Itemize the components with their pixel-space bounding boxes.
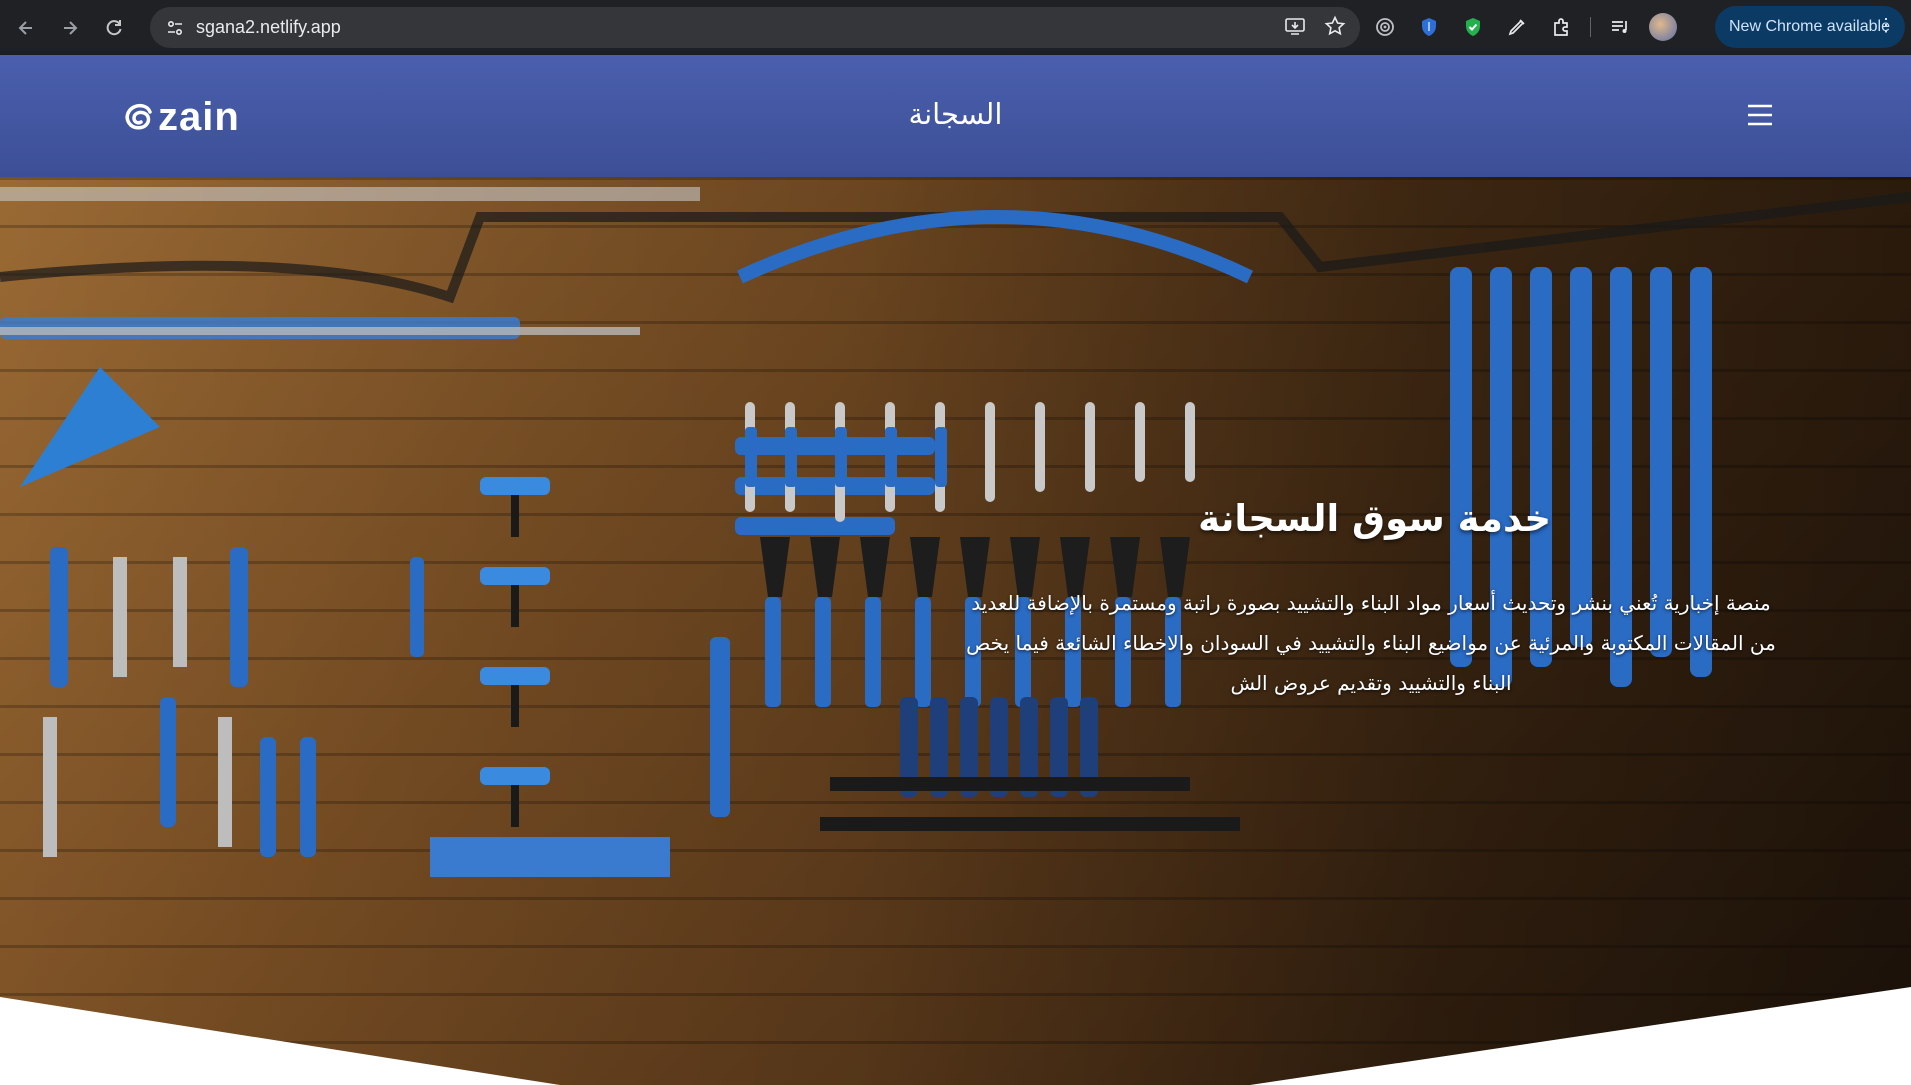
browser-toolbar: sgana2.netlify.app New Chrome available … [0, 0, 1911, 55]
hero-bottom-shape [0, 987, 1911, 1085]
extension-green-shield-icon[interactable] [1458, 12, 1488, 42]
chrome-update-button[interactable]: New Chrome available ⋮ [1715, 6, 1905, 48]
bookmark-star-icon[interactable] [1324, 15, 1346, 41]
extensions-puzzle-icon[interactable] [1546, 12, 1576, 42]
hamburger-menu-icon[interactable] [1740, 99, 1780, 131]
extension-target-icon[interactable] [1370, 12, 1400, 42]
url-text[interactable]: sgana2.netlify.app [196, 17, 341, 38]
site-header: zain السجانة [0, 55, 1911, 177]
toolbar-divider [1590, 17, 1591, 37]
update-label: New Chrome available [1729, 18, 1890, 35]
install-app-icon[interactable] [1284, 15, 1306, 41]
extension-shield-icon[interactable] [1414, 12, 1444, 42]
more-menu-icon[interactable]: ⋮ [1877, 15, 1895, 36]
back-icon[interactable] [8, 10, 44, 46]
forward-icon[interactable] [52, 10, 88, 46]
reload-icon[interactable] [96, 10, 132, 46]
address-bar[interactable]: sgana2.netlify.app [150, 7, 1360, 48]
site-title: السجانة [908, 97, 1003, 131]
profile-avatar[interactable] [1649, 13, 1677, 41]
extension-pen-icon[interactable] [1502, 12, 1532, 42]
media-controls-icon[interactable] [1605, 12, 1635, 42]
hero-section: خدمة سوق السجانة منصة إخبارية تُعني بنشر… [0, 177, 1911, 1085]
site-settings-icon[interactable] [160, 13, 190, 43]
